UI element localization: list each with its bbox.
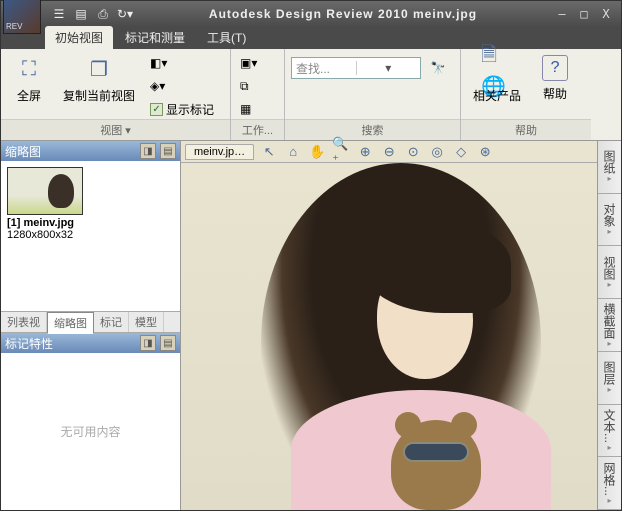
shaded-icon: ◈▾ xyxy=(150,79,165,93)
home-icon[interactable]: ⌂ xyxy=(284,143,302,161)
close-button[interactable]: X xyxy=(597,6,615,22)
checkbox-checked-icon: ✓ xyxy=(150,103,163,116)
group-work-label: 工作... xyxy=(231,119,284,140)
minimize-button[interactable]: — xyxy=(553,6,571,22)
copy-view-label: 复制当前视图 xyxy=(63,87,135,104)
view-mode-2[interactable]: ◈▾ xyxy=(147,76,217,96)
redo-dropdown-icon[interactable]: ↻▾ xyxy=(117,6,133,22)
help-button[interactable]: ? 帮助 xyxy=(533,53,577,104)
thumbnail-image xyxy=(7,167,83,215)
grid-icon: ▦ xyxy=(240,102,251,116)
pointer-tool-icon[interactable]: ↖ xyxy=(260,143,278,161)
fullscreen-button[interactable]: ⛶ 全屏 xyxy=(7,53,51,106)
zoom-window-icon[interactable]: ◇ xyxy=(452,143,470,161)
zoom-fit-icon[interactable]: ◎ xyxy=(428,143,446,161)
work-item-1[interactable]: ▣▾ xyxy=(237,53,260,73)
zoom-in-icon[interactable]: 🔍⁺ xyxy=(332,143,350,161)
canvas[interactable] xyxy=(181,163,597,510)
canvas-area: meinv.jp… ↖ ⌂ ✋ 🔍⁺ ⊕ ⊖ ⊙ ◎ ◇ ⊛ xyxy=(181,141,597,510)
vtab-sheets[interactable]: 图纸▸ xyxy=(598,141,621,194)
binoculars-icon: 🔭 xyxy=(431,61,446,75)
search-dropdown-icon[interactable]: ▾ xyxy=(356,61,421,75)
tab-model[interactable]: 模型 xyxy=(129,312,164,332)
view-mode-1[interactable]: ◧▾ xyxy=(147,53,217,73)
copy-view-button[interactable]: ❐ 复制当前视图 xyxy=(57,53,141,106)
window-controls: — □ X xyxy=(553,6,615,22)
tab-tools[interactable]: 工具(T) xyxy=(197,26,256,49)
copy-view-icon: ❐ xyxy=(83,55,115,83)
window-title: Autodesk Design Review 2010 meinv.jpg xyxy=(133,7,553,21)
thumbnails-body: [1] meinv.jpg 1280x800x32 xyxy=(1,161,180,311)
thumbnails-header: 缩略图 ◨ ▤ xyxy=(1,141,180,161)
find-button[interactable]: 🔭 xyxy=(427,57,449,79)
app-menu-button[interactable]: REV xyxy=(3,0,41,34)
related-products-label: 相关产品 xyxy=(473,87,521,104)
search-input[interactable]: 查找... ▾ xyxy=(291,57,421,79)
properties-title: 标记特性 xyxy=(5,335,136,352)
panel-pin-icon[interactable]: ◨ xyxy=(140,143,156,159)
group-view-label[interactable]: 视图 ▾ xyxy=(1,119,230,140)
tab-thumbnails[interactable]: 缩略图 xyxy=(47,312,94,334)
thumbnails-title: 缩略图 xyxy=(5,143,136,160)
zoom-tool-1-icon[interactable]: ⊕ xyxy=(356,143,374,161)
related-products-button[interactable]: 🗎🌐 相关产品 xyxy=(467,53,527,106)
vtab-objects[interactable]: 对象▸ xyxy=(598,194,621,247)
maximize-button[interactable]: □ xyxy=(575,6,593,22)
work-item-2[interactable]: ⧉ xyxy=(237,76,260,96)
vtab-text[interactable]: 文本...▸ xyxy=(598,405,621,458)
panel-menu-icon[interactable]: ▤ xyxy=(160,143,176,159)
tab-initial-view[interactable]: 初始视图 xyxy=(45,26,113,49)
window-icon: ▣▾ xyxy=(240,56,257,70)
group-search-label: 搜索 xyxy=(285,119,460,140)
ribbon: ⛶ 全屏 ❐ 复制当前视图 ◧▾ ◈▾ ✓ 显示标记 视图 ▾ ▣▾ ⧉ xyxy=(1,49,621,141)
quick-access-toolbar: ☰ ▤ ⎙ ↻▾ xyxy=(51,6,133,22)
work-item-3[interactable]: ▦ xyxy=(237,99,260,119)
canvas-image xyxy=(181,163,597,510)
ribbon-tabs: 初始视图 标记和测量 工具(T) xyxy=(1,27,621,49)
thumbnail-dimensions: 1280x800x32 xyxy=(7,229,87,241)
search-placeholder: 查找... xyxy=(292,60,356,77)
vtab-layers[interactable]: 图层▸ xyxy=(598,352,621,405)
tab-list-view[interactable]: 列表视 xyxy=(1,312,47,332)
panel-menu-icon-2[interactable]: ▤ xyxy=(160,335,176,351)
left-mid-tabs: 列表视 缩略图 标记 模型 xyxy=(1,311,180,333)
zoom-extents-icon[interactable]: ⊛ xyxy=(476,143,494,161)
pan-icon[interactable]: ✋ xyxy=(308,143,326,161)
zoom-tool-3-icon[interactable]: ⊙ xyxy=(404,143,422,161)
tab-markup-measure[interactable]: 标记和测量 xyxy=(115,26,195,49)
properties-body: 无可用内容 xyxy=(1,353,180,510)
title-bar: REV ☰ ▤ ⎙ ↻▾ Autodesk Design Review 2010… xyxy=(1,1,621,27)
fullscreen-label: 全屏 xyxy=(17,87,41,104)
open-icon[interactable]: ☰ xyxy=(51,6,67,22)
right-tabs: 图纸▸ 对象▸ 视图▸ 横截面▸ 图层▸ 文本...▸ 网格...▸ xyxy=(597,141,621,510)
help-label: 帮助 xyxy=(543,85,567,102)
thumbnail-name: [1] meinv.jpg xyxy=(7,217,87,229)
vtab-cross-section[interactable]: 横截面▸ xyxy=(598,299,621,352)
vtab-grid[interactable]: 网格...▸ xyxy=(598,457,621,510)
show-marks-check[interactable]: ✓ 显示标记 xyxy=(147,99,217,119)
tab-marks[interactable]: 标记 xyxy=(94,312,129,332)
show-marks-label: 显示标记 xyxy=(166,101,214,118)
compare-icon: ⧉ xyxy=(240,79,249,94)
zoom-tool-2-icon[interactable]: ⊖ xyxy=(380,143,398,161)
print-icon[interactable]: ⎙ xyxy=(95,6,111,22)
save-icon[interactable]: ▤ xyxy=(73,6,89,22)
thumbnail-item[interactable]: [1] meinv.jpg 1280x800x32 xyxy=(7,167,87,241)
group-help-label: 帮助 xyxy=(461,119,591,140)
document-toolbar: meinv.jp… ↖ ⌂ ✋ 🔍⁺ ⊕ ⊖ ⊙ ◎ ◇ ⊛ xyxy=(181,141,597,163)
panel-pin-icon-2[interactable]: ◨ xyxy=(140,335,156,351)
cube-icon: ◧▾ xyxy=(150,56,167,70)
related-products-icon: 🗎🌐 xyxy=(481,55,513,83)
fullscreen-icon: ⛶ xyxy=(13,55,45,83)
vtab-views[interactable]: 视图▸ xyxy=(598,246,621,299)
help-icon: ? xyxy=(542,55,568,81)
properties-header: 标记特性 ◨ ▤ xyxy=(1,333,180,353)
properties-empty-text: 无可用内容 xyxy=(60,423,120,440)
workspace: 缩略图 ◨ ▤ [1] meinv.jpg 1280x800x32 列表视 缩略… xyxy=(1,141,621,510)
document-tab[interactable]: meinv.jp… xyxy=(185,144,254,160)
left-panel: 缩略图 ◨ ▤ [1] meinv.jpg 1280x800x32 列表视 缩略… xyxy=(1,141,181,510)
